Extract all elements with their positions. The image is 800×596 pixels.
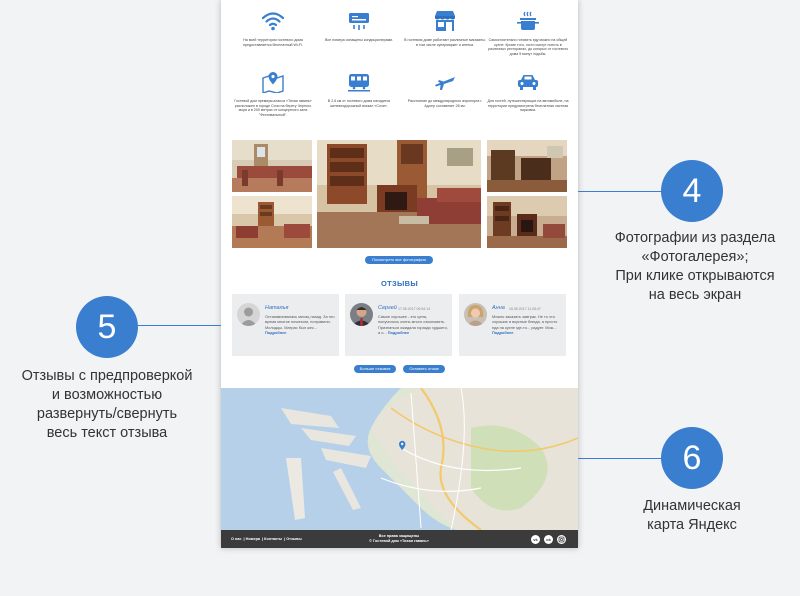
review-text-body: Останавливалась месяц назад. За это врем… [265,314,335,330]
review-more-link[interactable]: Подробнее [388,330,409,335]
gallery-photo-3[interactable] [487,140,567,192]
callout-badge-4: 4 [661,160,723,222]
review-text: Можно заказать завтрак. Не то что хороши… [492,314,562,336]
review-card: Сергей 17.05.2017 09:54:14 Самое хорошее… [345,294,452,356]
avatar [464,303,487,326]
feature-text: На всей территории гостевого дома предос… [243,38,303,47]
footer-link-reviews[interactable]: Отзывы [286,537,302,541]
reviews-title: ОТЗЫВЫ [380,279,418,288]
feature-text: Расстояние до международного аэропорта г… [407,99,483,108]
feature-text: В гостевом доме работают различные магаз… [404,38,486,47]
feature-text: Для гостей, путешествующих на автомобиле… [487,99,569,113]
feature-air-conditioner: Все номера оснащены кондиционерами. [318,10,400,43]
gallery-photo-2[interactable] [232,196,312,248]
airplane-icon [435,77,455,90]
feature-kitchen: Самостоятельно готовить еду можно на общ… [487,10,569,56]
wifi-icon [261,12,285,31]
feature-shop: В гостевом доме работают различные магаз… [404,10,486,47]
air-conditioner-icon [349,13,369,30]
feature-text: Все номера оснащены кондиционерами. [324,38,394,42]
vk-icon[interactable]: vk [531,535,540,544]
callout-caption-6: Динамическая карта Яндекс [587,497,797,535]
footer-link-about[interactable]: О нас [231,537,242,541]
avatar [237,303,260,326]
review-author: Анна [492,305,505,311]
train-icon [348,74,370,92]
feature-text: Самостоятельно готовить еду можно на общ… [488,38,568,56]
caption-line: развернуть/свернуть [36,406,178,422]
callout-caption-4: Фотографии из раздела «Фотогалерея»; При… [590,229,800,305]
copyright-line-2: © Гостевой дом «Тихая гавань» [369,539,429,543]
footer-link-rooms[interactable]: Номера [246,537,260,541]
caption-line: Фотографии из раздела [614,230,776,246]
footer-copyright: Все права защищены © Гостевой дом «Тихая… [361,534,437,544]
feature-parking: Для гостей, путешествующих на автомобиле… [487,71,569,113]
feature-location: Гостевой дом премиум-класса «Тихая гаван… [232,71,314,117]
cooking-pot-icon [517,11,539,30]
review-date: 17.05.2017 09:54:14 [398,307,431,311]
review-author: Наталья [265,305,289,311]
callout-line-5 [138,325,221,326]
feature-text: Гостевой дом премиум-класса «Тихая гаван… [234,99,312,117]
review-date: 16.05.2017 11:26:47 [509,307,541,311]
callout-line-4 [578,191,661,192]
caption-line: на весь экран [648,287,742,303]
caption-line: При клике открываются [615,268,775,284]
yandex-map[interactable] [221,388,578,530]
view-all-photos-button[interactable]: Посмотреть все фотографии [365,256,433,264]
feature-train: В 2,6 км от гостевого дома находится жел… [318,71,400,108]
caption-line: и возможностью [51,387,163,403]
gallery-photo-main[interactable] [317,140,481,248]
more-reviews-button[interactable]: Больше отзывов [354,365,396,373]
map-pin-icon [262,72,284,93]
odnoklassniki-icon[interactable]: ok [544,535,553,544]
avatar [350,303,373,326]
leave-review-button[interactable]: Оставить отзыв [403,365,445,373]
review-text: Останавливалась месяц назад. За это врем… [265,314,335,336]
caption-line: Динамическая [643,498,741,514]
review-card: Анна 16.05.2017 11:26:47 Можно заказать … [459,294,566,356]
callout-badge-5: 5 [76,296,138,358]
caption-line: весь текст отзыва [46,425,168,441]
caption-line: Отзывы с предпроверкой [21,368,193,384]
review-card: Наталья Останавливалась месяц назад. За … [232,294,339,356]
website-page: На всей территории гостевого дома предос… [221,0,578,548]
footer-nav: О нас | Номера | Контакты | Отзывы [231,537,302,541]
review-more-link[interactable]: Подробнее [492,330,513,335]
review-text: Самое хорошее - это цена, получилось оче… [378,314,448,336]
site-footer: О нас | Номера | Контакты | Отзывы Все прав… [221,530,578,548]
footer-link-contacts[interactable]: Контакты [264,537,282,541]
shop-icon [435,11,455,31]
instagram-icon[interactable] [557,535,566,544]
caption-line: «Фотогалерея»; [641,249,749,265]
feature-airport: Расстояние до международного аэропорта г… [404,71,486,108]
feature-text: В 2,6 км от гостевого дома находится жел… [327,99,391,108]
car-icon [518,75,538,90]
gallery-photo-4[interactable] [487,196,567,248]
gallery-photo-1[interactable] [232,140,312,192]
feature-wifi: На всей территории гостевого дома предос… [232,10,314,47]
callout-caption-5: Отзывы с предпроверкой и возможностью ра… [2,367,212,443]
review-text-body: Можно заказать завтрак. Не то что хороши… [492,314,558,330]
callout-line-6 [578,458,661,459]
review-author: Сергей [378,305,397,311]
caption-line: карта Яндекс [647,517,737,533]
review-more-link[interactable]: Подробнее [265,330,286,335]
callout-badge-6: 6 [661,427,723,489]
